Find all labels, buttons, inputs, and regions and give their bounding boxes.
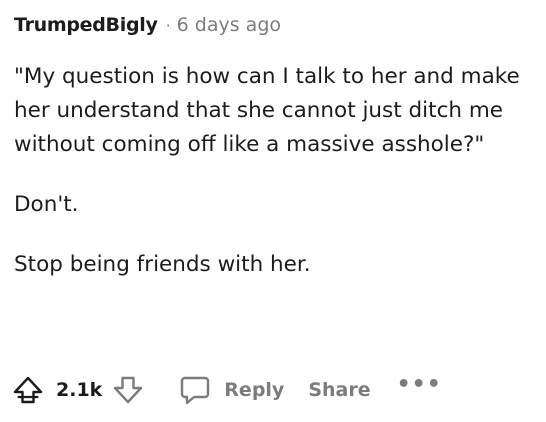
comment-paragraph-dont: Don't. — [14, 192, 79, 217]
upvote-icon[interactable] — [10, 372, 46, 408]
share-button[interactable]: Share — [308, 379, 370, 401]
comment-meta: TrumpedBigly · 6 days ago — [14, 10, 532, 40]
downvote-icon[interactable] — [110, 372, 146, 408]
reply-label: Reply — [224, 379, 285, 401]
comment-paragraph-quote: "My question is how can I talk to her an… — [14, 64, 520, 157]
comment: TrumpedBigly · 6 days ago "My question i… — [0, 0, 546, 422]
comment-body: "My question is how can I talk to her an… — [14, 60, 532, 282]
timestamp[interactable]: 6 days ago — [177, 14, 281, 36]
comment-paragraph-stop: Stop being friends with her. — [14, 252, 311, 277]
more-options-icon[interactable]: ••• — [397, 372, 442, 397]
vote-score: 2.1k — [56, 379, 103, 401]
reply-button[interactable]: Reply — [176, 371, 284, 409]
speech-bubble-icon — [176, 371, 214, 409]
author-name[interactable]: TrumpedBigly — [14, 14, 158, 36]
action-bar: 2.1k Reply Share ••• — [10, 368, 442, 412]
meta-separator: · — [165, 15, 171, 35]
